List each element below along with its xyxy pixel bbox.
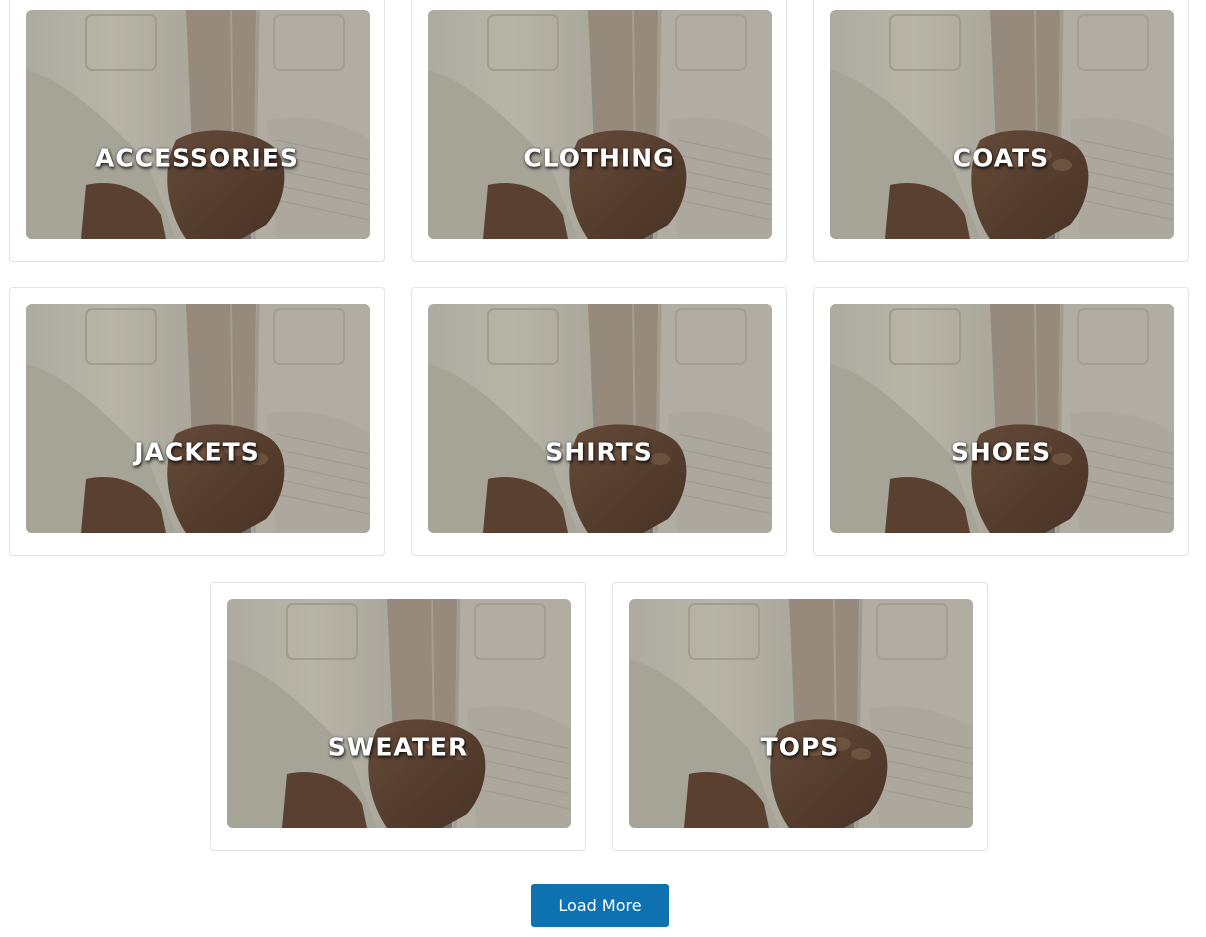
category-image[interactable] <box>26 10 370 239</box>
category-image[interactable] <box>26 304 370 533</box>
shirt-photo-icon <box>830 304 1174 533</box>
category-image[interactable] <box>830 304 1174 533</box>
category-image[interactable] <box>428 304 772 533</box>
category-card-shoes[interactable]: SHOES <box>813 287 1189 556</box>
category-grid: ACCESSORIES CLOTHING COATS JACKETS SHIRT… <box>0 0 1206 937</box>
category-card-tops[interactable]: TOPS <box>612 582 988 851</box>
category-image[interactable] <box>830 10 1174 239</box>
category-card-sweater[interactable]: SWEATER <box>210 582 586 851</box>
shirt-photo-icon <box>629 599 973 828</box>
category-image[interactable] <box>629 599 973 828</box>
shirt-photo-icon <box>227 599 571 828</box>
shirt-photo-icon <box>428 10 772 239</box>
load-more-button[interactable]: Load More <box>531 884 669 927</box>
category-card-shirts[interactable]: SHIRTS <box>411 287 787 556</box>
category-card-accessories[interactable]: ACCESSORIES <box>9 0 385 262</box>
category-card-clothing[interactable]: CLOTHING <box>411 0 787 262</box>
category-card-coats[interactable]: COATS <box>813 0 1189 262</box>
shirt-photo-icon <box>428 304 772 533</box>
category-card-jackets[interactable]: JACKETS <box>9 287 385 556</box>
category-image[interactable] <box>227 599 571 828</box>
category-image[interactable] <box>428 10 772 239</box>
shirt-photo-icon <box>830 10 1174 239</box>
shirt-photo-icon <box>26 10 370 239</box>
shirt-photo-icon <box>26 304 370 533</box>
